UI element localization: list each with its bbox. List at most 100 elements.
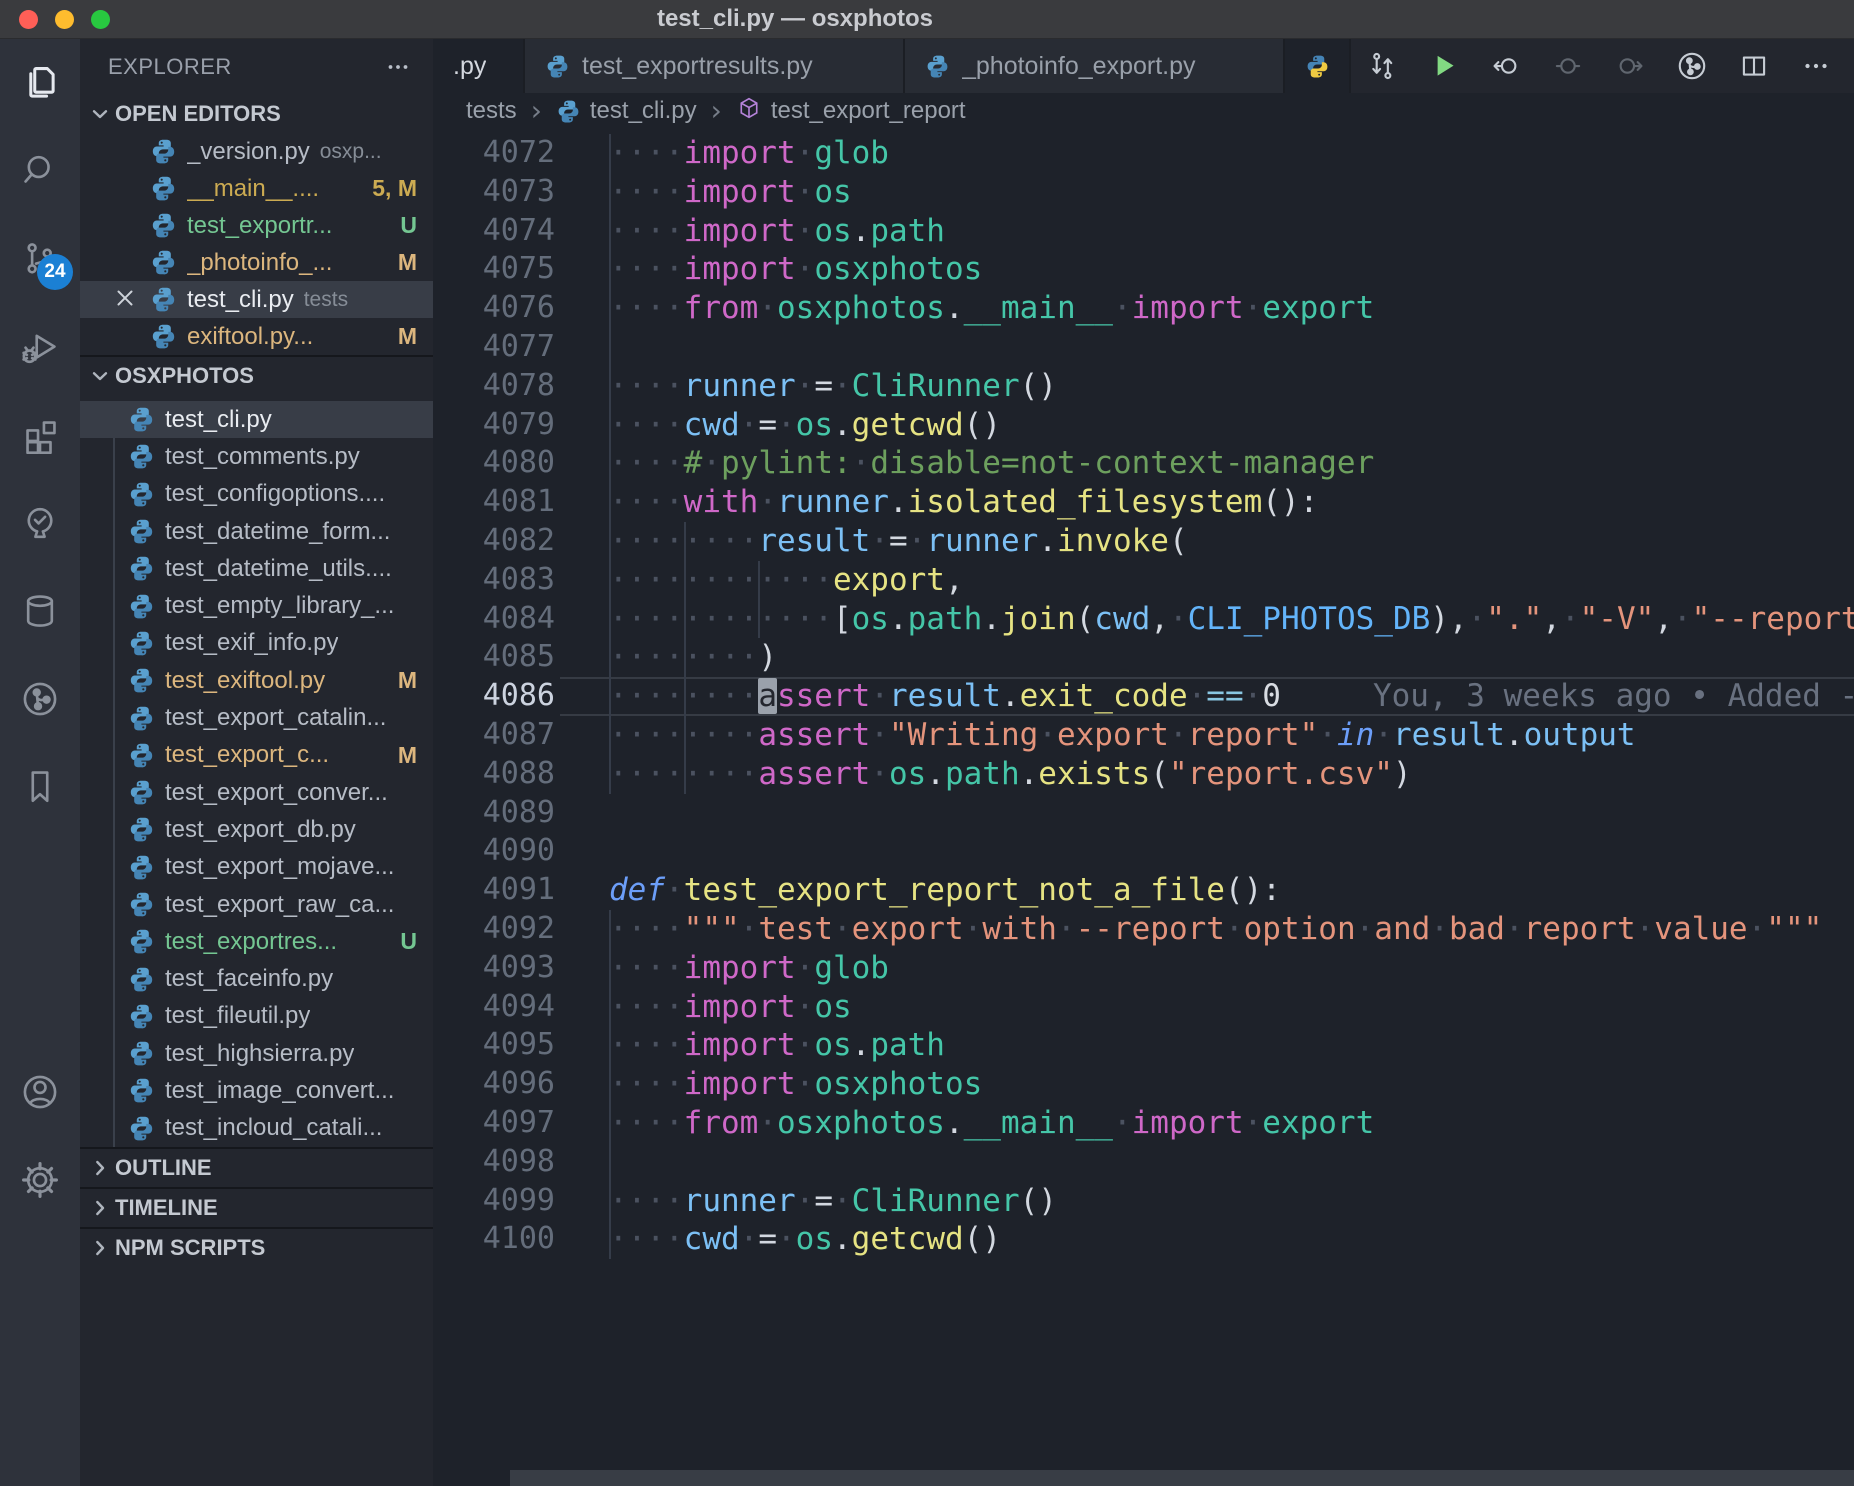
open-editor-item[interactable]: __main__....5, M — [80, 170, 433, 207]
tree-item[interactable]: test_fileutil.py — [80, 998, 433, 1035]
code-line-4087[interactable]: 4087········assert·"Writing·export·repor… — [433, 716, 1854, 755]
activity-item-search[interactable] — [0, 127, 80, 215]
tab-pinned-python[interactable] — [1285, 39, 1351, 93]
code-editor[interactable]: 4072····import·glob4073····import·os4074… — [433, 129, 1854, 1486]
activity-item-extensions[interactable] — [0, 391, 80, 479]
code-line-4093[interactable]: 4093····import·glob — [433, 949, 1854, 988]
open-editor-item[interactable]: _version.pyosxp... — [80, 133, 433, 170]
activity-item-run-debug[interactable] — [0, 303, 80, 391]
file-name: exiftool.py... — [187, 323, 313, 351]
activity-item-source-control[interactable]: 24 — [0, 215, 80, 303]
run-python-file-button[interactable] — [1413, 39, 1475, 93]
activity-item-database[interactable] — [0, 567, 80, 655]
code-line-4094[interactable]: 4094····import·os — [433, 988, 1854, 1027]
tree-item[interactable]: test_exif_info.py — [80, 625, 433, 662]
code-line-4077[interactable]: 4077 — [433, 328, 1854, 367]
code-line-4091[interactable]: 4091def·test_export_report_not_a_file(): — [433, 871, 1854, 910]
activity-item-bookmarks[interactable] — [0, 743, 80, 831]
gitlens-button[interactable] — [1661, 39, 1723, 93]
code-line-4097[interactable]: 4097····from·osxphotos.__main__·import·e… — [433, 1104, 1854, 1143]
code-line-4096[interactable]: 4096····import·osxphotos — [433, 1065, 1854, 1104]
tree-item[interactable]: test_export_c...M — [80, 737, 433, 774]
tree-item[interactable]: test_configoptions.... — [80, 476, 433, 513]
file-name: test_exif_info.py — [165, 629, 338, 657]
tree-item[interactable]: test_export_catalin... — [80, 699, 433, 736]
tree-item[interactable]: test_export_conver... — [80, 774, 433, 811]
breadcrumb-item[interactable]: test_export_report — [736, 95, 966, 128]
tree-item[interactable]: test_datetime_utils.... — [80, 550, 433, 587]
breadcrumb-item[interactable]: tests — [466, 97, 517, 125]
python-icon — [150, 286, 177, 313]
tree-item[interactable]: test_datetime_form... — [80, 513, 433, 550]
file-name: _version.py — [187, 138, 310, 166]
tree-item[interactable]: test_faceinfo.py — [80, 960, 433, 997]
activity-item-explorer[interactable] — [0, 39, 80, 127]
tree-item[interactable]: test_exiftool.pyM — [80, 662, 433, 699]
code-line-4078[interactable]: 4078····runner·=·CliRunner() — [433, 367, 1854, 406]
arrow-circle-left-button[interactable] — [1475, 39, 1537, 93]
circle-dash-button[interactable] — [1537, 39, 1599, 93]
tree-item[interactable]: test_highsierra.py — [80, 1035, 433, 1072]
python-icon — [545, 54, 570, 79]
tree-item[interactable]: test_export_db.py — [80, 811, 433, 848]
tree-item[interactable]: test_comments.py — [80, 438, 433, 475]
more-actions-button[interactable] — [1785, 39, 1847, 93]
open-editor-item[interactable]: test_cli.pytests — [80, 281, 433, 318]
code-text: ····import·osxphotos — [609, 1065, 982, 1104]
close-icon[interactable] — [112, 285, 138, 311]
sidebar-section-outline[interactable]: OUTLINE — [80, 1147, 433, 1187]
tree-item[interactable]: test_cli.py — [80, 401, 433, 438]
tree-item[interactable]: test_exportres...U — [80, 923, 433, 960]
code-line-4085[interactable]: 4085········) — [433, 638, 1854, 677]
line-number: 4091 — [433, 871, 555, 910]
code-line-4099[interactable]: 4099····runner·=·CliRunner() — [433, 1182, 1854, 1221]
code-line-4095[interactable]: 4095····import·os.path — [433, 1026, 1854, 1065]
open-editor-item[interactable]: test_exportr...U — [80, 207, 433, 244]
activity-item-gitlens[interactable] — [0, 655, 80, 743]
activity-item-account[interactable] — [0, 1048, 80, 1136]
code-line-4080[interactable]: 4080····#·pylint:·disable=not-context-ma… — [433, 444, 1854, 483]
code-line-4073[interactable]: 4073····import·os — [433, 173, 1854, 212]
line-number: 4092 — [433, 910, 555, 949]
compare-changes-button[interactable] — [1351, 39, 1413, 93]
tree-item[interactable]: test_image_convert... — [80, 1072, 433, 1109]
activity-item-testing[interactable] — [0, 479, 80, 567]
code-line-4090[interactable]: 4090 — [433, 832, 1854, 871]
arrow-circle-right-button[interactable] — [1599, 39, 1661, 93]
code-line-4088[interactable]: 4088········assert·os.path.exists("repor… — [433, 755, 1854, 794]
code-line-4086[interactable]: 4086········assert·result.exit_code·==·0… — [433, 677, 1854, 716]
horizontal-scrollbar[interactable] — [510, 1470, 1854, 1486]
breadcrumb-item[interactable]: test_cli.py — [556, 97, 697, 125]
tab-.py[interactable]: .py — [433, 39, 525, 93]
project-header[interactable]: OSXPHOTOS — [80, 355, 433, 395]
code-line-4074[interactable]: 4074····import·os.path — [433, 212, 1854, 251]
tree-item[interactable]: test_empty_library_... — [80, 587, 433, 624]
open-editors-header[interactable]: OPEN EDITORS — [80, 95, 433, 133]
code-line-4092[interactable]: 4092····"""·test·export·with·--report·op… — [433, 910, 1854, 949]
open-editor-item[interactable]: _photoinfo_...M — [80, 244, 433, 281]
code-line-4079[interactable]: 4079····cwd·=·os.getcwd() — [433, 406, 1854, 445]
tree-item[interactable]: test_incloud_catali... — [80, 1110, 433, 1147]
split-editor-button[interactable] — [1723, 39, 1785, 93]
tree-item[interactable]: test_export_raw_ca... — [80, 886, 433, 923]
git-status-badge: M — [398, 742, 417, 769]
code-line-4081[interactable]: 4081····with·runner.isolated_filesystem(… — [433, 483, 1854, 522]
tab-test_exportresults.py[interactable]: test_exportresults.py — [525, 39, 905, 93]
code-line-4089[interactable]: 4089 — [433, 794, 1854, 833]
code-line-4076[interactable]: 4076····from·osxphotos.__main__·import·e… — [433, 289, 1854, 328]
code-line-4098[interactable]: 4098 — [433, 1143, 1854, 1182]
code-line-4084[interactable]: 4084············[os.path.join(cwd,·CLI_P… — [433, 600, 1854, 639]
code-line-4082[interactable]: 4082········result·=·runner.invoke( — [433, 522, 1854, 561]
tab-_photoinfo_export.py[interactable]: _photoinfo_export.py — [905, 39, 1285, 93]
open-editor-item[interactable]: exiftool.py... M — [80, 318, 433, 355]
sidebar-section-timeline[interactable]: TIMELINE — [80, 1187, 433, 1227]
code-line-4083[interactable]: 4083············export, — [433, 561, 1854, 600]
git-status-badge: M — [398, 323, 417, 350]
code-line-4100[interactable]: 4100····cwd·=·os.getcwd() — [433, 1220, 1854, 1259]
code-line-4075[interactable]: 4075····import·osxphotos — [433, 250, 1854, 289]
activity-item-settings[interactable] — [0, 1136, 80, 1224]
sidebar-section-npm-scripts[interactable]: NPM SCRIPTS — [80, 1227, 433, 1267]
code-line-4072[interactable]: 4072····import·glob — [433, 134, 1854, 173]
tree-item[interactable]: test_export_mojave... — [80, 849, 433, 886]
more-actions-icon[interactable] — [383, 52, 413, 82]
